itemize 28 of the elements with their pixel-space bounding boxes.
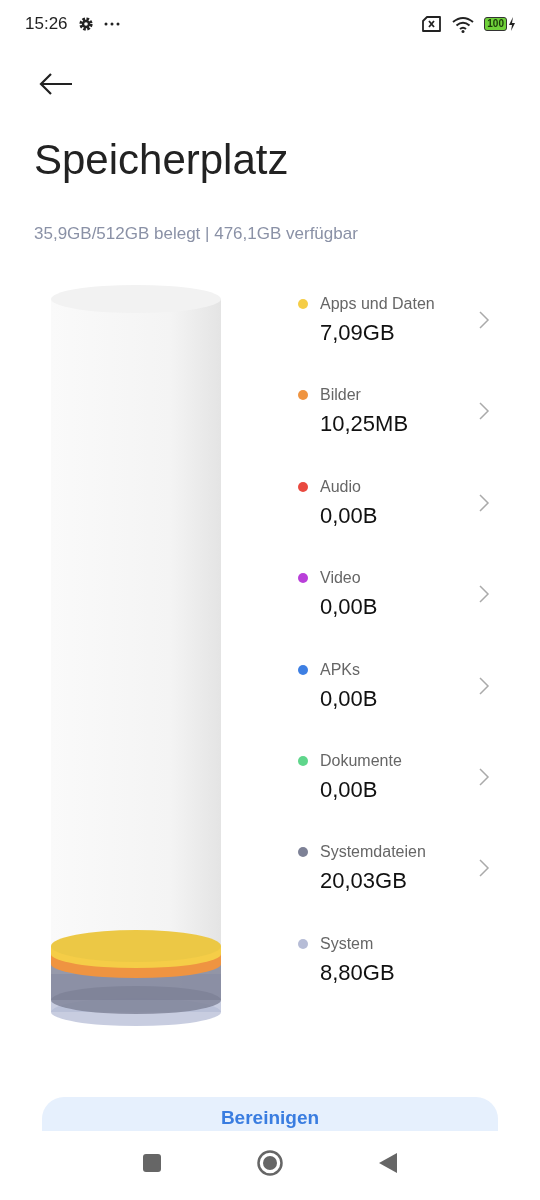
category-size: 0,00B — [320, 594, 378, 621]
category-label: Bilder — [320, 385, 362, 406]
category-size: 0,00B — [320, 776, 379, 803]
category-label: Video — [320, 568, 362, 589]
status-time: 15:26 — [25, 14, 68, 34]
battery-level: 100 — [484, 17, 507, 31]
category-size: 7,09GB — [320, 320, 396, 346]
no-sim-icon — [421, 16, 443, 32]
clean-button[interactable]: Bereinigen — [42, 1097, 498, 1131]
category-label: APKs — [320, 659, 361, 680]
storage-summary: 35,9GB/512GB belegt | 476,1GB verfügbar — [34, 224, 359, 244]
category-label: Apps und Daten — [320, 294, 435, 314]
page-title: Speicherplatz — [34, 136, 290, 184]
gear-icon — [77, 16, 94, 32]
category-size: 0,00B — [320, 502, 378, 529]
home-icon[interactable] — [257, 1149, 283, 1176]
more-icon — [103, 22, 120, 26]
category-size: 20,03GB — [320, 868, 408, 895]
wifi-icon — [452, 15, 475, 33]
back-nav-icon[interactable] — [378, 1151, 398, 1174]
category-label: Audio — [320, 476, 362, 497]
recents-icon[interactable] — [142, 1152, 162, 1173]
category-label: Dokumente — [320, 750, 402, 771]
category-size: 8,80GB — [320, 959, 395, 986]
category-size: 0,00B — [320, 685, 378, 712]
category-size: 10,25MB — [320, 411, 409, 438]
category-label: Systemdateien — [320, 842, 426, 863]
category-label: System — [320, 933, 375, 954]
